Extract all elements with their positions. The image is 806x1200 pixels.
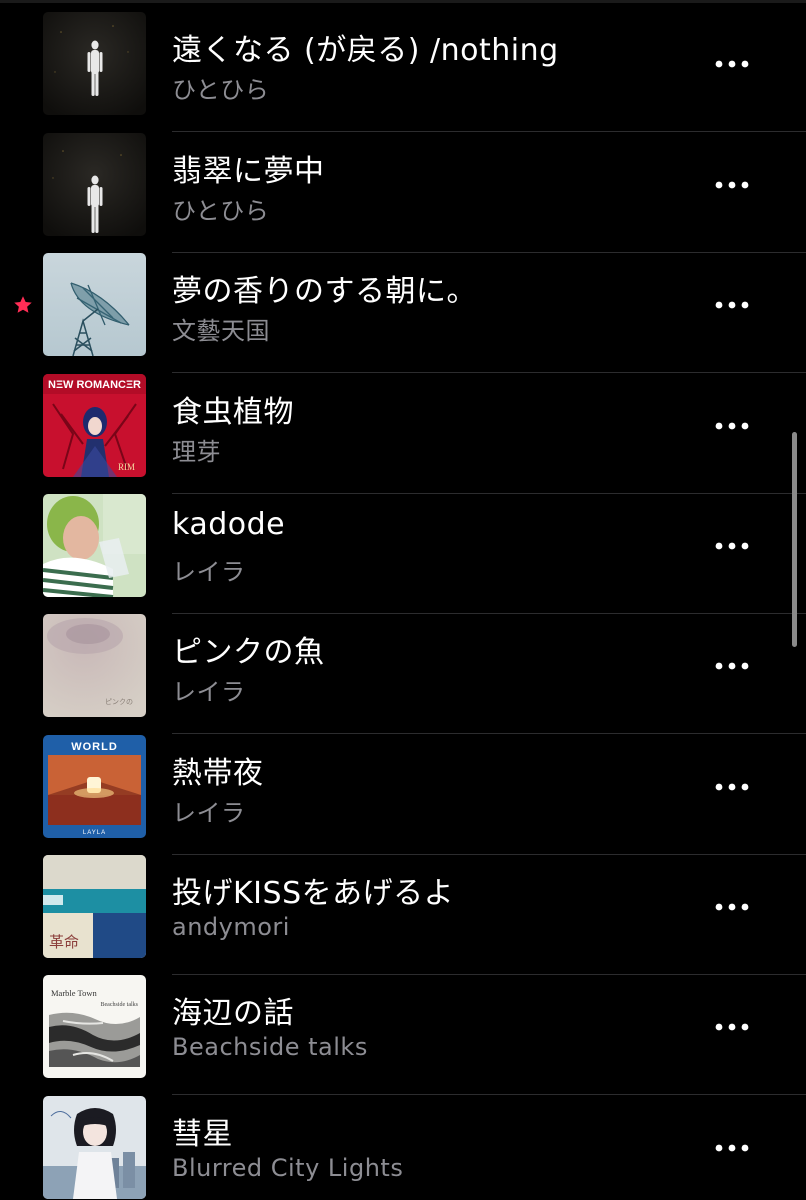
album-art-satellite [43, 253, 146, 356]
world-cover: WORLD LAYLA [43, 735, 146, 838]
album-art-figure-dark [43, 12, 146, 115]
cover-artist-text: LAYLA [83, 830, 106, 836]
more-options-button[interactable] [712, 646, 752, 686]
ellipsis-icon [715, 60, 749, 68]
track-artist: Beachside talks [172, 1033, 368, 1061]
album-art-marble-town: Marble Town Beachside talks [43, 975, 146, 1078]
track-row[interactable]: 夢の香りのする朝に。 文藝天国 [0, 253, 806, 373]
ellipsis-icon [715, 422, 749, 430]
track-title: 翡翠に夢中 [172, 154, 325, 189]
track-title: 夢の香りのする朝に。 [172, 274, 477, 309]
more-options-button[interactable] [712, 406, 752, 446]
track-title: 海辺の話 [172, 996, 294, 1031]
track-title: 熱帯夜 [172, 756, 264, 791]
track-title: kadode [172, 507, 286, 542]
ellipsis-icon [715, 181, 749, 189]
new-romancer-cover: NΞW ROMANCΞR RIM [43, 374, 146, 477]
album-art-new-romancer: NΞW ROMANCΞR RIM [43, 374, 146, 477]
row-divider [172, 1094, 806, 1095]
cover-subtitle-text: Beachside talks [101, 1002, 139, 1008]
track-list: 遠くなる (が戻る) /nothing ひとひら 翡翠に夢中 ひとひら 夢の香り… [0, 0, 806, 1200]
track-artist: レイラ [172, 799, 246, 827]
cover-title-text: NΞW ROMANCΞR [48, 379, 141, 391]
track-row[interactable]: 翡翠に夢中 ひとひら [0, 133, 806, 253]
figure-dark-icon [43, 133, 146, 236]
album-art-kakumei: 革命 [43, 855, 146, 958]
track-row[interactable]: NΞW ROMANCΞR RIM 食虫植物 理芽 [0, 374, 806, 494]
track-title: ピンクの魚 [172, 635, 325, 670]
track-artist: 文藝天国 [172, 317, 270, 345]
track-artist: ひとひら [172, 76, 270, 104]
pink-fish-cover: ピンクの [43, 614, 146, 717]
ellipsis-icon [715, 903, 749, 911]
track-row[interactable]: kadode レイラ [0, 494, 806, 614]
album-art-pink-fish: ピンクの [43, 614, 146, 717]
track-title: 食虫植物 [172, 395, 294, 430]
track-artist: ひとひら [172, 197, 270, 225]
track-artist: 理芽 [172, 438, 221, 466]
track-row[interactable]: WORLD LAYLA 熱帯夜 レイラ [0, 735, 806, 855]
ellipsis-icon [715, 662, 749, 670]
track-artist: Blurred City Lights [172, 1154, 404, 1182]
album-art-anime-girl [43, 1096, 146, 1199]
more-options-button[interactable] [712, 1128, 752, 1168]
anime-girl-cover [43, 1096, 146, 1199]
more-options-button[interactable] [712, 526, 752, 566]
top-divider [0, 0, 806, 3]
row-divider [172, 372, 806, 373]
more-options-button[interactable] [712, 767, 752, 807]
more-options-button[interactable] [712, 165, 752, 205]
kakumei-cover: 革命 [43, 855, 146, 958]
album-art-figure-dark [43, 133, 146, 236]
cover-title-text: 革命 [49, 933, 79, 951]
star-icon [14, 296, 32, 313]
track-row[interactable]: ピンクの ピンクの魚 レイラ [0, 614, 806, 734]
cover-logo-text: RIM [118, 462, 135, 472]
track-title: 彗星 [172, 1117, 233, 1152]
satellite-dish-icon [43, 253, 146, 356]
track-row[interactable]: 彗星 Blurred City Lights [0, 1096, 806, 1200]
more-options-button[interactable] [712, 887, 752, 927]
row-divider [172, 131, 806, 132]
figure-dark-icon [43, 12, 146, 115]
scrollbar[interactable] [792, 432, 797, 647]
more-options-button[interactable] [712, 44, 752, 84]
track-row[interactable]: Marble Town Beachside talks 海辺の話 Beachsi… [0, 975, 806, 1095]
ellipsis-icon [715, 1144, 749, 1152]
ellipsis-icon [715, 1023, 749, 1031]
track-title: 遠くなる (が戻る) /nothing [172, 33, 559, 68]
cover-title-text: WORLD [71, 741, 118, 753]
cover-title-text: Marble Town [51, 988, 98, 998]
track-artist: レイラ [172, 678, 246, 706]
track-row[interactable]: 遠くなる (が戻る) /nothing ひとひら [0, 12, 806, 132]
more-options-button[interactable] [712, 1007, 752, 1047]
photo-girl-cover [43, 494, 146, 597]
more-options-button[interactable] [712, 285, 752, 325]
ellipsis-icon [715, 301, 749, 309]
ellipsis-icon [715, 783, 749, 791]
track-row[interactable]: 革命 投げKISSをあげるよ andymori [0, 855, 806, 975]
album-art-photo-girl [43, 494, 146, 597]
album-art-world: WORLD LAYLA [43, 735, 146, 838]
track-title: 投げKISSをあげるよ [172, 876, 455, 911]
row-divider [172, 733, 806, 734]
ellipsis-icon [715, 542, 749, 550]
track-artist: andymori [172, 913, 290, 941]
track-artist: レイラ [172, 558, 246, 586]
cover-caption-text: ピンクの [105, 698, 133, 706]
marble-town-cover: Marble Town Beachside talks [43, 975, 146, 1078]
